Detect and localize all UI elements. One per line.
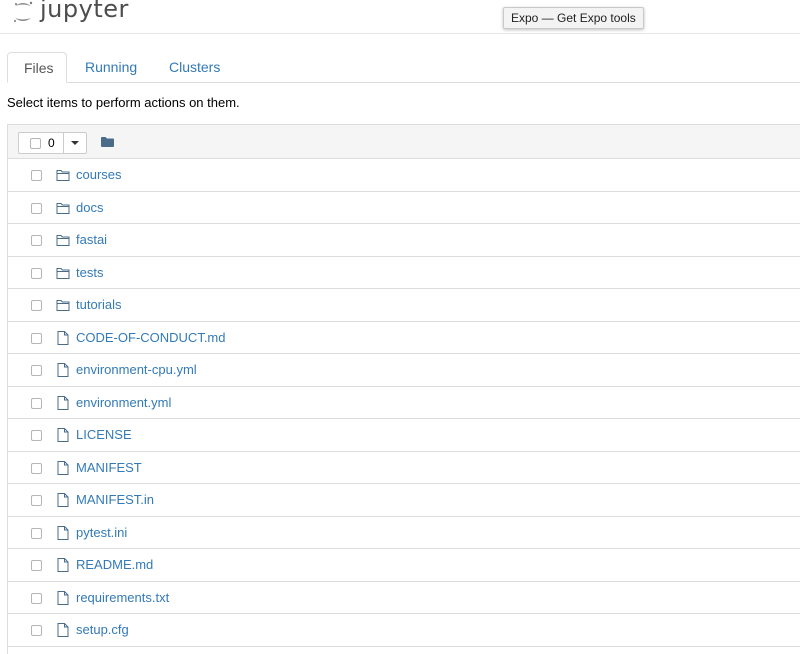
- item-link[interactable]: environment-cpu.yml: [76, 362, 197, 377]
- jupyter-logo-icon: [14, 1, 33, 22]
- file-icon: [56, 460, 70, 476]
- select-dropdown-toggle[interactable]: [64, 133, 86, 153]
- item-link[interactable]: tutorials: [76, 297, 122, 312]
- selected-count: 0: [48, 136, 55, 150]
- item-checkbox[interactable]: [31, 235, 42, 246]
- list-item[interactable]: LICENSE: [8, 419, 800, 452]
- item-checkbox[interactable]: [31, 397, 42, 409]
- file-icon: [56, 622, 70, 638]
- logo-text: jupyter: [40, 0, 129, 23]
- extension-tooltip: Expo — Get Expo tools: [503, 7, 644, 29]
- folder-icon: [56, 200, 70, 216]
- list-item[interactable]: environment.yml: [8, 387, 800, 419]
- folder-icon: [56, 232, 70, 248]
- item-checkbox[interactable]: [31, 170, 42, 181]
- select-all-control: 0: [18, 132, 87, 154]
- file-list-header: 0: [8, 125, 800, 159]
- file-icon: [56, 362, 70, 378]
- tab-files[interactable]: Files: [7, 52, 67, 83]
- item-link[interactable]: LICENSE: [76, 427, 132, 442]
- select-all-button[interactable]: 0: [19, 133, 64, 153]
- folder-filled-icon[interactable]: [101, 137, 114, 147]
- file-icon: [56, 492, 70, 508]
- item-checkbox[interactable]: [31, 267, 42, 279]
- item-checkbox[interactable]: [31, 365, 42, 376]
- list-item[interactable]: fastai: [8, 224, 800, 257]
- list-item[interactable]: MANIFEST: [8, 452, 800, 484]
- select-all-checkbox[interactable]: [30, 137, 41, 149]
- list-item[interactable]: [8, 647, 800, 654]
- item-link[interactable]: MANIFEST: [76, 460, 142, 475]
- list-item[interactable]: requirements.txt: [8, 582, 800, 614]
- file-icon: [56, 330, 70, 346]
- item-link[interactable]: docs: [76, 200, 103, 215]
- instructions-text: Select items to perform actions on them.: [7, 95, 240, 110]
- jupyter-logo[interactable]: jupyter: [12, 0, 129, 24]
- item-checkbox[interactable]: [31, 300, 42, 311]
- item-link[interactable]: setup.cfg: [76, 622, 129, 637]
- item-link[interactable]: courses: [76, 167, 122, 182]
- file-rows: courses docs fastai tests tutorials CODE-OF-C…: [8, 159, 800, 654]
- item-checkbox[interactable]: [31, 592, 42, 604]
- item-checkbox[interactable]: [31, 332, 42, 344]
- list-item[interactable]: tutorials: [8, 289, 800, 322]
- tab-running[interactable]: Running: [69, 52, 153, 82]
- item-link[interactable]: MANIFEST.in: [76, 492, 154, 507]
- list-item[interactable]: tests: [8, 257, 800, 289]
- list-item[interactable]: MANIFEST.in: [8, 484, 800, 517]
- file-list: 0 courses docs fastai tests tutorials CODE-OF…: [7, 124, 800, 654]
- jupyter-file-browser: jupyter Expo — Get Expo tools Files Runn…: [0, 0, 800, 654]
- caret-down-icon: [70, 141, 79, 145]
- item-checkbox[interactable]: [31, 527, 42, 539]
- item-checkbox[interactable]: [31, 202, 42, 214]
- file-icon: [56, 427, 70, 443]
- folder-icon: [56, 265, 70, 281]
- item-checkbox[interactable]: [31, 462, 42, 474]
- list-item[interactable]: setup.cfg: [8, 614, 800, 647]
- list-item[interactable]: README.md: [8, 549, 800, 582]
- item-link[interactable]: pytest.ini: [76, 525, 127, 540]
- item-checkbox[interactable]: [31, 495, 42, 506]
- item-link[interactable]: tests: [76, 265, 103, 280]
- tab-bar: Files Running Clusters: [7, 52, 800, 83]
- header-bar: jupyter Expo — Get Expo tools: [0, 0, 800, 34]
- file-icon: [56, 525, 70, 541]
- item-link[interactable]: README.md: [76, 557, 153, 572]
- item-checkbox[interactable]: [31, 560, 42, 571]
- file-icon: [56, 590, 70, 606]
- list-item[interactable]: CODE-OF-CONDUCT.md: [8, 322, 800, 354]
- item-link[interactable]: fastai: [76, 232, 107, 247]
- item-link[interactable]: environment.yml: [76, 395, 171, 410]
- list-item[interactable]: pytest.ini: [8, 517, 800, 549]
- file-icon: [56, 557, 70, 573]
- file-icon: [56, 395, 70, 411]
- item-checkbox[interactable]: [31, 430, 42, 441]
- folder-icon: [56, 167, 70, 183]
- list-item[interactable]: docs: [8, 192, 800, 224]
- item-link[interactable]: requirements.txt: [76, 590, 169, 605]
- tab-clusters[interactable]: Clusters: [153, 52, 236, 82]
- folder-icon: [56, 297, 70, 313]
- item-link[interactable]: CODE-OF-CONDUCT.md: [76, 330, 226, 345]
- list-item[interactable]: courses: [8, 159, 800, 192]
- item-checkbox[interactable]: [31, 625, 42, 636]
- list-item[interactable]: environment-cpu.yml: [8, 354, 800, 387]
